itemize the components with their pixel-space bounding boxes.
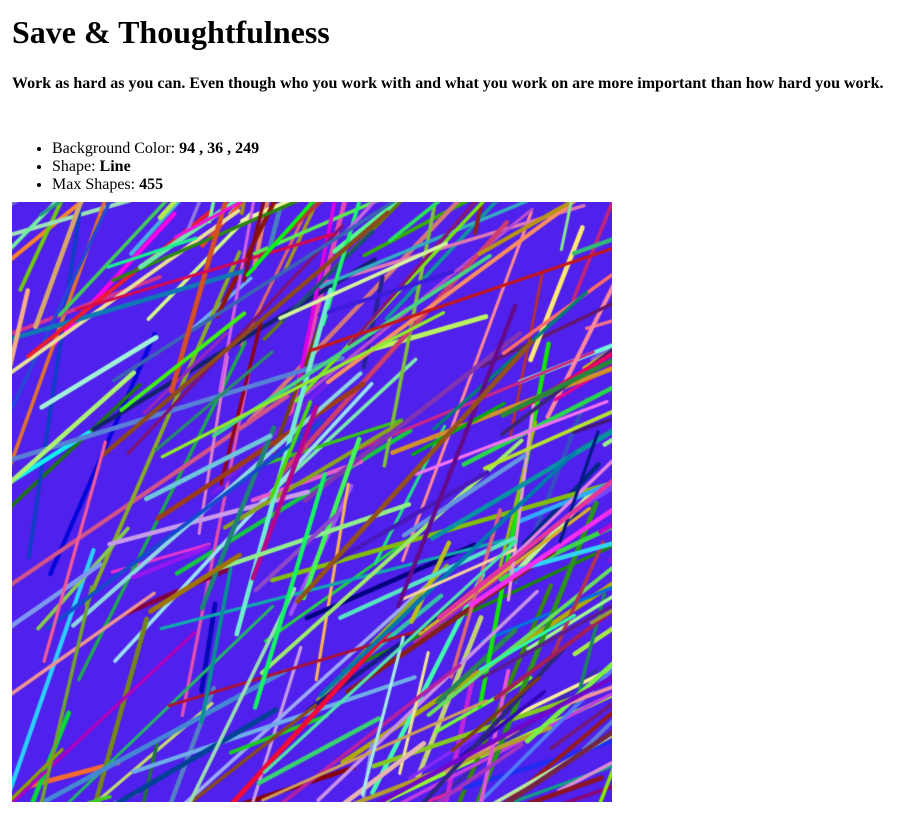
setting-max-shapes: Max Shapes: 455 xyxy=(52,176,893,194)
page-title: Save & Thoughtfulness xyxy=(12,14,330,50)
settings-list: Background Color: 94 , 36 , 249 Shape: L… xyxy=(8,140,893,194)
setting-background-color: Background Color: 94 , 36 , 249 xyxy=(52,140,893,158)
shape-value: Line xyxy=(99,158,131,175)
page-subtitle: Work as hard as you can. Even though who… xyxy=(12,75,884,92)
max-shapes-value: 455 xyxy=(139,176,164,193)
generative-art-canvas xyxy=(12,202,612,802)
setting-shape: Shape: Line xyxy=(52,158,893,176)
background-color-value: 94 , 36 , 249 xyxy=(179,140,260,157)
